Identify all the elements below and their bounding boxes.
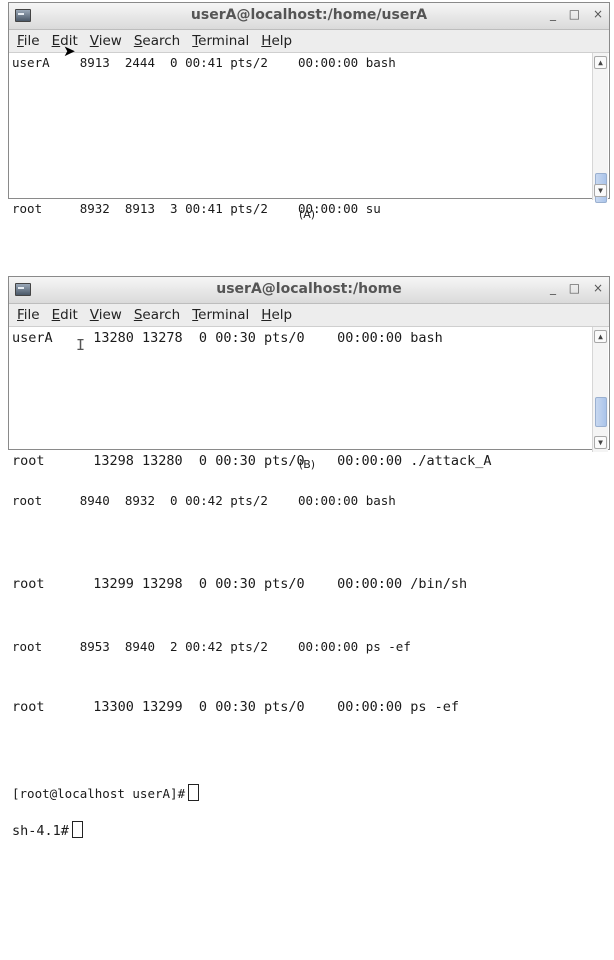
menu-search[interactable]: Search <box>128 33 186 49</box>
maximize-icon[interactable]: □ <box>569 7 580 21</box>
output-line: userA 13280 13278 0 00:30 pts/0 00:00:00… <box>12 330 443 346</box>
terminal-window-b[interactable]: userA@localhost:/home _ □ × File Edit Vi… <box>8 276 610 839</box>
terminal-output[interactable]: userA 13280 13278 0 00:30 pts/0 00:00:00… <box>9 327 609 839</box>
scroll-up-icon[interactable]: ▲ <box>594 330 607 343</box>
output-line: userA 8913 2444 0 00:41 pts/2 00:00:00 b… <box>12 55 396 70</box>
terminal-output[interactable]: userA 8913 2444 0 00:41 pts/2 00:00:00 b… <box>9 53 609 801</box>
scrollbar[interactable]: ▲ ▼ <box>592 53 608 203</box>
minimize-icon[interactable]: _ <box>550 7 556 21</box>
menu-view[interactable]: View <box>84 33 128 49</box>
menu-view[interactable]: View <box>84 307 128 323</box>
close-icon[interactable]: × <box>593 7 603 21</box>
menu-help[interactable]: Help <box>255 307 298 323</box>
maximize-icon[interactable]: □ <box>569 281 580 295</box>
shell-prompt: sh-4.1# <box>12 823 69 839</box>
text-cursor-icon: I <box>76 336 86 354</box>
menu-file[interactable]: File <box>11 33 46 49</box>
menu-help[interactable]: Help <box>255 33 298 49</box>
text-cursor-block <box>71 821 83 838</box>
menu-edit[interactable]: Edit <box>46 307 84 323</box>
menu-bar: File Edit View Search Terminal Help <box>9 304 609 327</box>
minimize-icon[interactable]: _ <box>550 281 556 295</box>
window-controls: _ □ × <box>541 281 603 295</box>
terminal-window-a[interactable]: userA@localhost:/home/userA _ □ × File E… <box>8 2 610 801</box>
window-title: userA@localhost:/home/userA <box>190 7 428 23</box>
scroll-down-icon[interactable]: ▼ <box>594 436 607 449</box>
window-controls: _ □ × <box>541 7 603 21</box>
output-line: root 13300 13299 0 00:30 pts/0 00:00:00 … <box>12 699 460 715</box>
caption-b: (B) <box>298 458 316 471</box>
menu-file[interactable]: File <box>11 307 46 323</box>
mouse-pointer-icon: ➤ <box>63 42 76 60</box>
menu-terminal[interactable]: Terminal <box>186 307 255 323</box>
scrollbar-thumb[interactable] <box>595 397 607 427</box>
menu-terminal[interactable]: Terminal <box>186 33 255 49</box>
close-icon[interactable]: × <box>593 281 603 295</box>
menu-search[interactable]: Search <box>128 307 186 323</box>
scrollbar[interactable]: ▲ ▼ <box>592 327 608 452</box>
prompt-line: sh-4.1# <box>12 821 609 944</box>
scroll-down-icon[interactable]: ▼ <box>594 184 607 197</box>
title-bar[interactable]: userA@localhost:/home/userA _ □ × <box>9 3 609 30</box>
window-title: userA@localhost:/home <box>216 281 402 297</box>
caption-a: (A) <box>298 208 316 221</box>
menu-bar: File Edit View Search Terminal Help <box>9 30 609 53</box>
output-line: root 13299 13298 0 00:30 pts/0 00:00:00 … <box>12 576 468 592</box>
scroll-up-icon[interactable]: ▲ <box>594 56 607 69</box>
title-bar[interactable]: userA@localhost:/home _ □ × <box>9 277 609 304</box>
